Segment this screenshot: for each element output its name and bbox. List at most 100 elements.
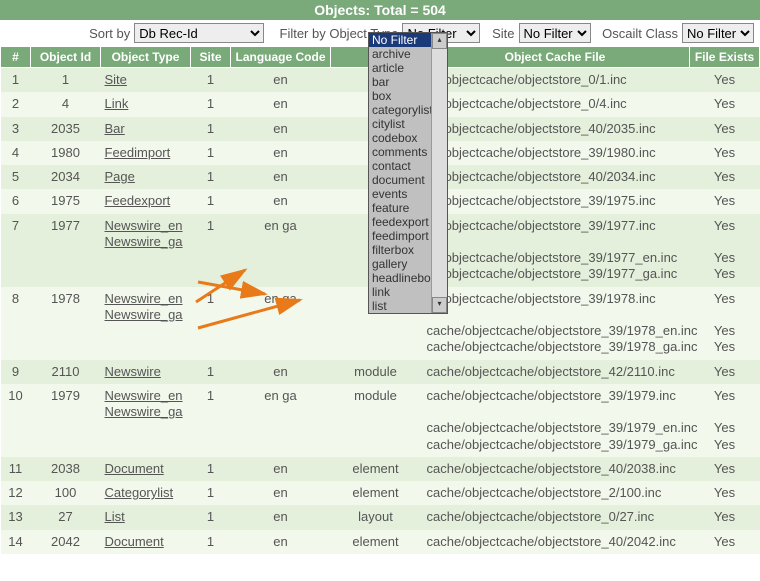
object-type: List — [101, 505, 191, 529]
site-select[interactable]: No Filter — [519, 23, 591, 43]
dropdown-option[interactable]: codebox — [369, 131, 432, 145]
object-type-link[interactable]: Document — [105, 534, 187, 550]
site: 1 — [191, 530, 231, 554]
dropdown-option[interactable]: bar — [369, 75, 432, 89]
object-id: 1 — [31, 68, 101, 93]
class-label: Oscailt Class — [602, 26, 678, 41]
row-num: 7 — [1, 214, 31, 287]
site: 1 — [191, 189, 231, 213]
object-type-link[interactable]: Document — [105, 461, 187, 477]
dropdown-option[interactable]: feature — [369, 201, 432, 215]
dropdown-option[interactable]: box — [369, 89, 432, 103]
object-type: Newswire_enNewswire_ga — [101, 384, 191, 457]
file-exists: Yes — [690, 117, 760, 141]
dropdown-option[interactable]: filterbox — [369, 243, 432, 257]
object-type: Document — [101, 457, 191, 481]
dropdown-option[interactable]: headlinebox — [369, 271, 432, 285]
object-id: 4 — [31, 92, 101, 116]
oscailt-type: module — [331, 360, 421, 384]
cache-file: he/objectcache/objectstore_0/4.inc — [421, 92, 690, 116]
lang: en — [231, 481, 331, 505]
site: 1 — [191, 360, 231, 384]
object-id: 27 — [31, 505, 101, 529]
col-4: Language Code — [231, 47, 331, 68]
dropdown-scrollbar[interactable]: ▴ ▾ — [431, 33, 447, 313]
dropdown-option[interactable]: article — [369, 61, 432, 75]
row-num: 12 — [1, 481, 31, 505]
object-type: Newswire — [101, 360, 191, 384]
object-type: Newswire_enNewswire_ga — [101, 214, 191, 287]
row-num: 13 — [1, 505, 31, 529]
file-exists: Yes — [690, 530, 760, 554]
object-type-link[interactable]: Feedimport — [105, 145, 187, 161]
object-id: 1978 — [31, 287, 101, 360]
dropdown-option[interactable]: contact — [369, 159, 432, 173]
dropdown-option[interactable]: gallery — [369, 257, 432, 271]
object-type-link[interactable]: Newswire_ga — [105, 307, 187, 323]
file-exists: Yes — [690, 457, 760, 481]
dropdown-option[interactable]: list — [369, 299, 432, 313]
row-num: 2 — [1, 92, 31, 116]
site: 1 — [191, 165, 231, 189]
object-type-link[interactable]: Newswire — [105, 364, 187, 380]
file-exists: Yes YesYes — [690, 214, 760, 287]
file-exists: Yes — [690, 505, 760, 529]
filter-type-dropdown-open[interactable]: No Filterarchivearticlebarboxcategorylis… — [368, 32, 448, 314]
object-type-link[interactable]: Categorylist — [105, 485, 187, 501]
object-type-link[interactable]: Newswire_ga — [105, 234, 187, 250]
dropdown-option[interactable]: document — [369, 173, 432, 187]
file-exists: Yes — [690, 92, 760, 116]
object-type-link[interactable]: Feedexport — [105, 193, 187, 209]
object-type: Link — [101, 92, 191, 116]
col-3: Site — [191, 47, 231, 68]
object-type: Document — [101, 530, 191, 554]
scroll-down-icon[interactable]: ▾ — [432, 297, 447, 313]
lang: en — [231, 141, 331, 165]
object-type-link[interactable]: Link — [105, 96, 187, 112]
cache-file: cache/objectcache/objectstore_40/2038.in… — [421, 457, 690, 481]
lang: en — [231, 68, 331, 93]
dropdown-option[interactable]: comments — [369, 145, 432, 159]
object-id: 1979 — [31, 384, 101, 457]
object-type-link[interactable]: Newswire_ga — [105, 404, 187, 420]
dropdown-option[interactable]: archive — [369, 47, 432, 61]
dropdown-option[interactable]: citylist — [369, 117, 432, 131]
object-id: 2038 — [31, 457, 101, 481]
site: 1 — [191, 505, 231, 529]
dropdown-option[interactable]: feedexport — [369, 215, 432, 229]
object-type-link[interactable]: Newswire_en — [105, 291, 187, 307]
object-type-link[interactable]: Newswire_en — [105, 388, 187, 404]
cache-file: cache/objectcache/objectstore_39/1979.in… — [421, 384, 690, 457]
dropdown-option[interactable]: No Filter — [369, 33, 432, 47]
cache-file: cache/objectcache/objectstore_2/100.inc — [421, 481, 690, 505]
object-type: Categorylist — [101, 481, 191, 505]
dropdown-option[interactable]: link — [369, 285, 432, 299]
class-select[interactable]: No Filter — [682, 23, 754, 43]
object-type-link[interactable]: Page — [105, 169, 187, 185]
object-id: 2034 — [31, 165, 101, 189]
object-id: 100 — [31, 481, 101, 505]
object-id: 2035 — [31, 117, 101, 141]
row-num: 9 — [1, 360, 31, 384]
object-type-link[interactable]: Site — [105, 72, 187, 88]
object-type-link[interactable]: Newswire_en — [105, 218, 187, 234]
lang: en — [231, 92, 331, 116]
object-type-link[interactable]: List — [105, 509, 187, 525]
file-exists: Yes YesYes — [690, 287, 760, 360]
lang: en — [231, 457, 331, 481]
object-type-link[interactable]: Bar — [105, 121, 187, 137]
scroll-up-icon[interactable]: ▴ — [432, 33, 447, 49]
lang: en — [231, 360, 331, 384]
object-id: 2042 — [31, 530, 101, 554]
site: 1 — [191, 457, 231, 481]
dropdown-option[interactable]: events — [369, 187, 432, 201]
object-type: Feedexport — [101, 189, 191, 213]
cache-file: he/objectcache/objectstore_39/1978.inc c… — [421, 287, 690, 360]
dropdown-option[interactable]: categorylist — [369, 103, 432, 117]
lang: en ga — [231, 384, 331, 457]
sort-select[interactable]: Db Rec-Id — [134, 23, 264, 43]
cache-file: he/objectcache/objectstore_39/1980.inc — [421, 141, 690, 165]
cache-file: he/objectcache/objectstore_40/2035.inc — [421, 117, 690, 141]
table-row: 112038Document1enelementcache/objectcach… — [1, 457, 760, 481]
dropdown-option[interactable]: feedimport — [369, 229, 432, 243]
